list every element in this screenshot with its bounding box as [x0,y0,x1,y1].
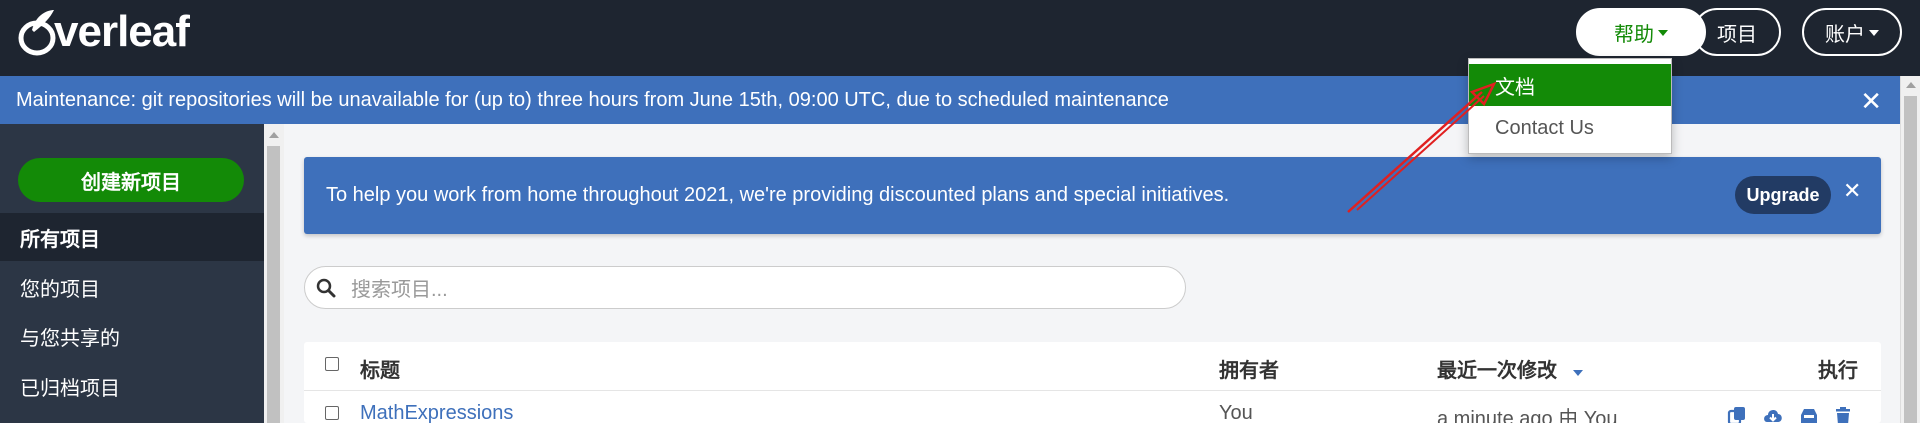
sidebar-item-shared-with-you[interactable]: 与您共享的 [0,312,264,360]
logo-text: verleaf [54,7,190,56]
select-all-checkbox[interactable] [325,357,339,371]
sidebar-item-all-projects[interactable]: 所有项目 [0,213,264,261]
help-menu-button[interactable]: 帮助 [1576,8,1706,56]
search-input[interactable]: 搜索项目... [304,266,1186,309]
scrollbar-thumb[interactable] [267,146,280,423]
projects-nav-button[interactable]: 项目 [1693,8,1781,56]
column-header-actions: 执行 [1818,360,1858,382]
sidebar-item-your-projects[interactable]: 您的项目 [0,263,264,311]
download-icon[interactable] [1762,405,1784,423]
row-divider [304,390,1881,391]
promo-banner: To help you work from home throughout 20… [304,157,1881,234]
close-icon[interactable]: ✕ [1843,178,1861,204]
project-table [304,342,1881,423]
column-header-title[interactable]: 标题 [360,354,400,383]
column-header-owner[interactable]: 拥有者 [1219,354,1279,383]
overleaf-logo[interactable]: verleaf [18,6,190,58]
project-modified: a minute ago 由 You [1437,408,1618,423]
upgrade-button[interactable]: Upgrade [1735,176,1831,214]
account-label: 账户 [1825,23,1865,46]
help-dropdown-menu: 文档 Contact Us [1468,58,1672,154]
chevron-down-icon [1658,30,1668,36]
menu-item-contact-us[interactable]: Contact Us [1469,107,1671,149]
close-icon[interactable]: ✕ [1860,86,1882,117]
create-project-button[interactable]: 创建新项目 [18,158,244,202]
account-menu-button[interactable]: 账户 [1802,8,1902,56]
help-label: 帮助 [1614,23,1654,46]
project-title-link[interactable]: MathExpressions [360,402,513,423]
scroll-up-arrow-icon[interactable] [269,132,279,138]
overleaf-leaf-icon [18,10,56,56]
copy-icon[interactable] [1726,405,1748,423]
sidebar: 创建新项目 所有项目 您的项目 与您共享的 已归档项目 [0,124,264,423]
chevron-down-icon [1869,30,1879,36]
archive-icon[interactable] [1798,405,1820,423]
projects-label: 项目 [1717,23,1757,46]
project-owner: You [1219,402,1253,423]
menu-item-documentation[interactable]: 文档 [1469,64,1671,106]
page-scrollbar[interactable] [1900,76,1920,423]
column-header-modified[interactable]: 最近一次修改 [1437,354,1583,383]
sidebar-item-archived[interactable]: 已归档项目 [0,362,264,410]
promo-message: To help you work from home throughout 20… [326,184,1230,206]
search-icon [316,278,336,298]
scrollbar-thumb[interactable] [1904,96,1917,423]
column-header-modified-label: 最近一次修改 [1437,360,1557,382]
trash-icon[interactable] [1832,405,1854,423]
row-checkbox[interactable] [325,406,339,420]
scroll-up-arrow-icon[interactable] [1906,82,1916,88]
sort-desc-icon [1572,369,1583,376]
search-placeholder: 搜索项目... [351,279,448,301]
maintenance-message: Maintenance: git repositories will be un… [16,88,1169,111]
sidebar-scrollbar[interactable] [264,124,284,423]
